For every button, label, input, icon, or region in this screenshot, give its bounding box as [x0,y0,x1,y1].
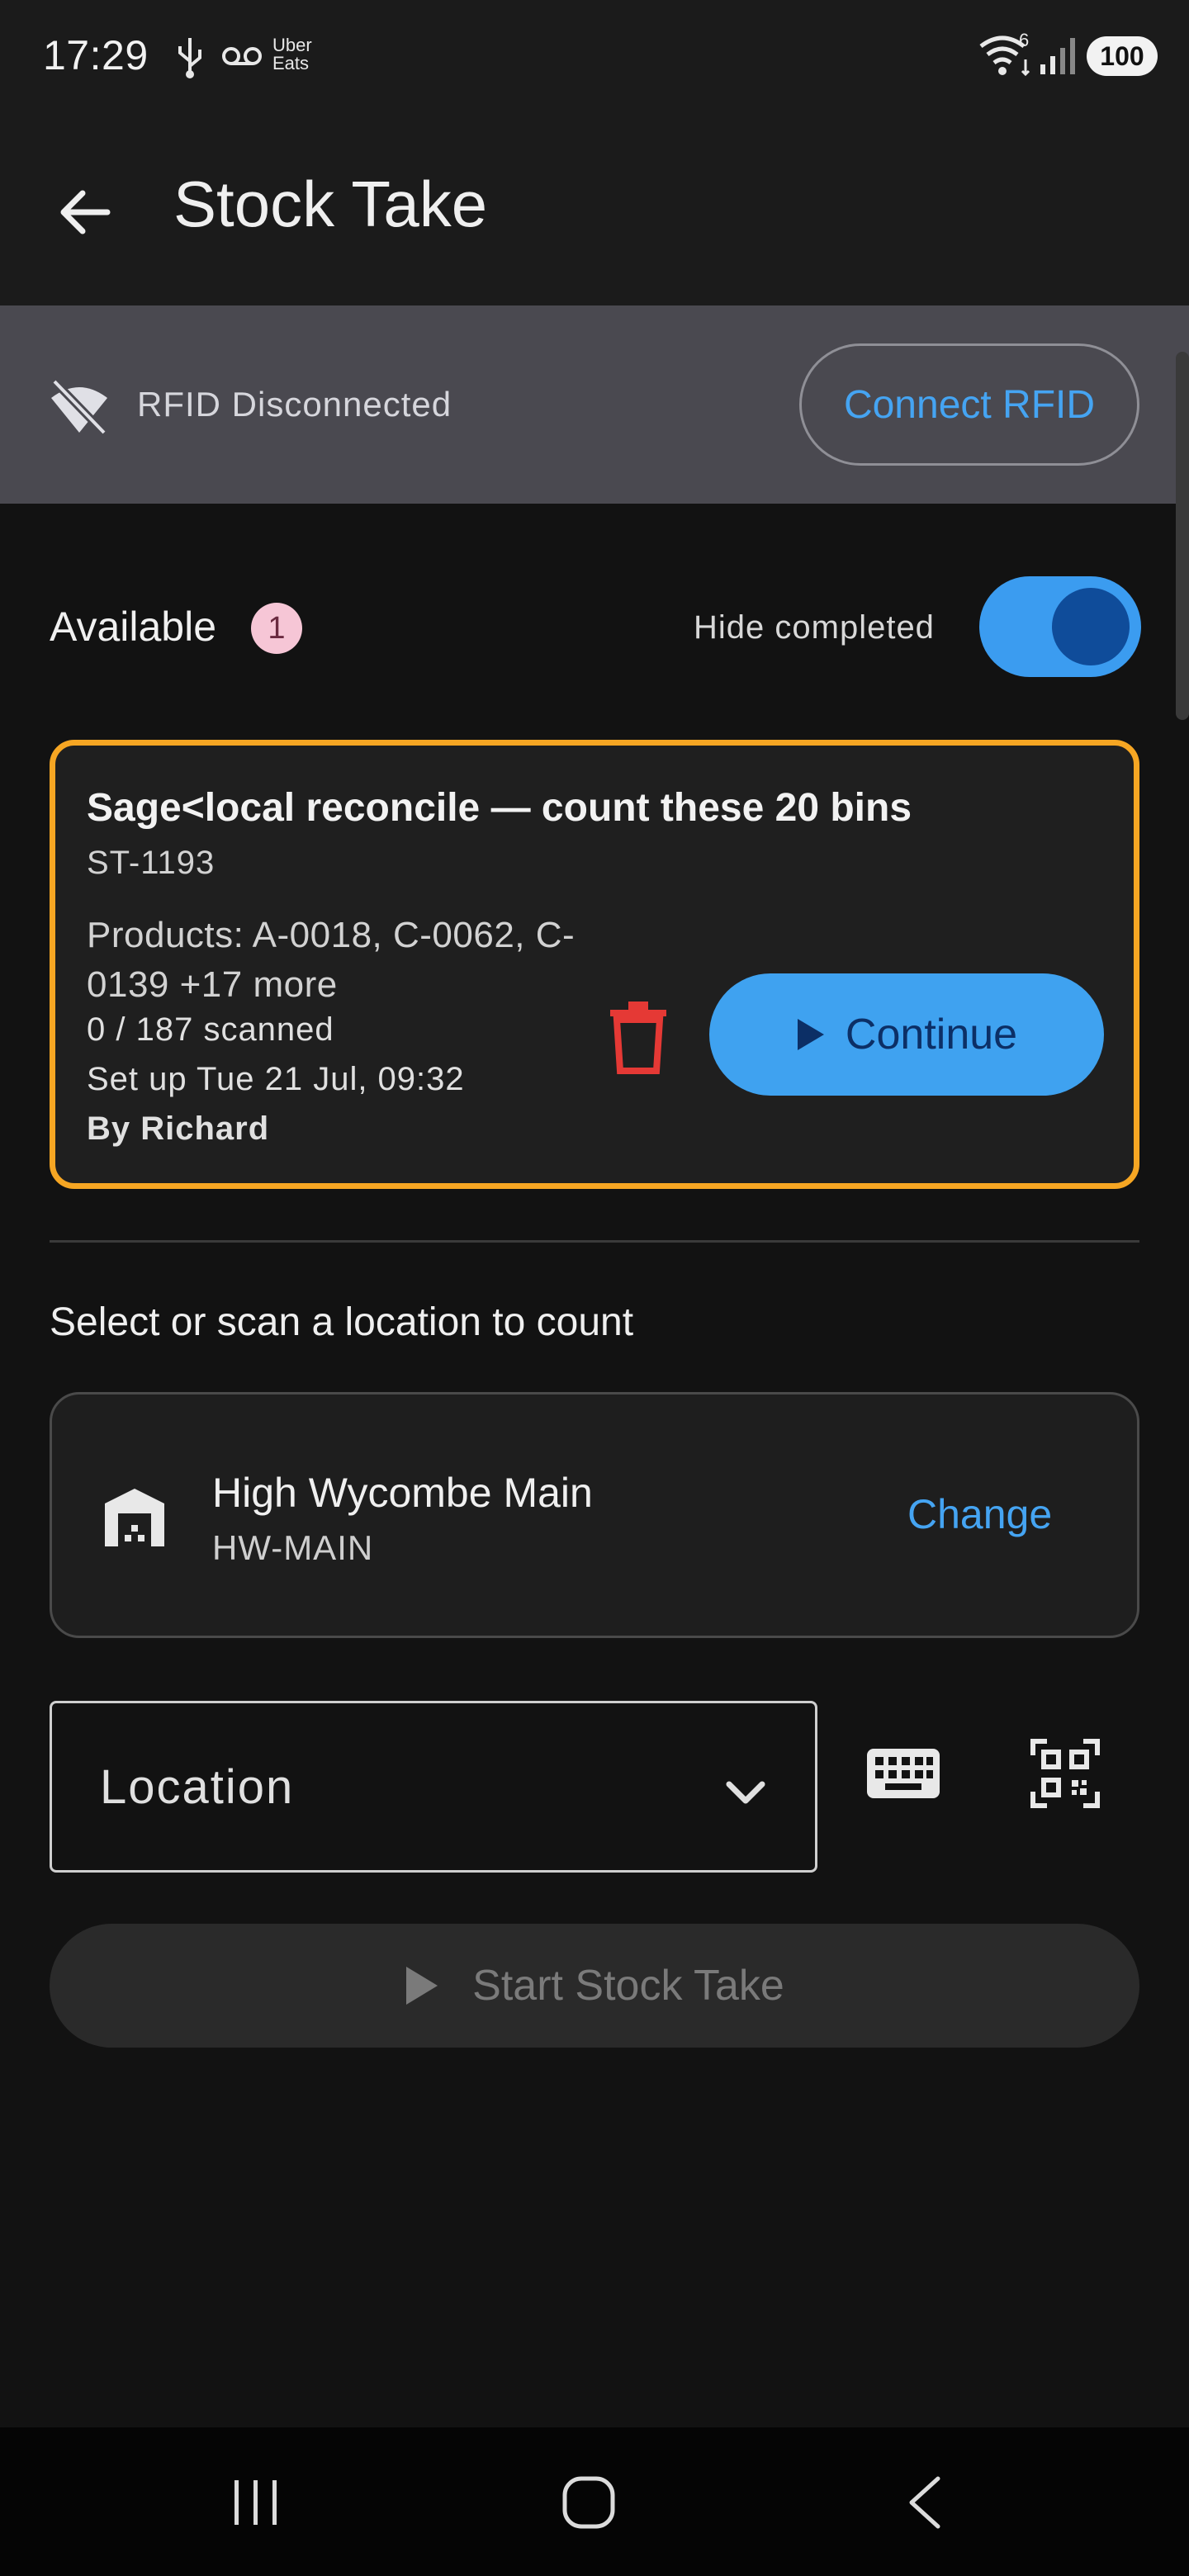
qr-scan-icon[interactable] [1030,1739,1100,1808]
scrollbar[interactable] [1176,352,1189,720]
toggle-knob [1052,588,1130,665]
stock-take-session-card[interactable]: Sage<local reconcile — count these 20 bi… [50,740,1139,1189]
location-dropdown[interactable]: Location [50,1701,817,1873]
status-time: 17:29 [43,32,149,78]
connect-rfid-button[interactable]: Connect RFID [799,343,1139,466]
signal-icon [1040,38,1075,74]
hide-completed-label: Hide completed [694,609,935,646]
rfid-banner: RFID Disconnected Connect RFID [0,305,1189,504]
session-products: Products: A-0018, C-0062, C-0139 +17 mor… [87,915,576,1005]
usb-icon [178,38,201,78]
location-dropdown-label: Location [100,1760,295,1814]
play-icon [797,1019,824,1050]
uber-eats-icon: Uber Eats [272,35,312,73]
status-bar: 17:29 Uber Eats 6 100 [0,0,1189,112]
change-site-button[interactable]: Change [907,1490,1052,1538]
session-title: Sage<local reconcile — count these 20 bi… [87,786,912,830]
play-icon [406,1967,438,2005]
start-stock-take-button[interactable]: Start Stock Take [50,1924,1139,2048]
session-scanned-count: 0 / 187 scanned [87,1011,334,1048]
site-card: High Wycombe Main HW-MAIN Change [50,1392,1139,1638]
hide-completed-toggle[interactable] [979,576,1141,677]
continue-button[interactable]: Continue [709,973,1104,1096]
session-code: ST-1193 [87,845,216,881]
start-stock-take-label: Start Stock Take [472,1962,784,2010]
app-bar: Stock Take [0,112,1189,305]
wifi-off-icon [51,378,107,436]
battery-indicator: 100 [1087,36,1158,76]
voicemail-icon [222,47,262,65]
available-count-badge: 1 [251,603,302,654]
rfid-status-text: RFID Disconnected [137,385,452,424]
recent-apps-icon[interactable] [231,2477,281,2528]
session-setup-time: Set up Tue 21 Jul, 09:32 [87,1061,465,1097]
location-prompt: Select or scan a location to count [50,1300,634,1344]
keyboard-icon[interactable] [864,1740,943,1807]
wifi-badge: 6 [1019,30,1030,50]
site-code: HW-MAIN [212,1528,374,1567]
divider [50,1240,1139,1243]
back-nav-icon[interactable] [905,2475,943,2530]
session-created-by: By Richard [87,1110,270,1147]
site-name: High Wycombe Main [212,1470,593,1516]
warehouse-icon [105,1489,164,1546]
chevron-down-icon [726,1781,765,1804]
continue-label: Continue [845,1011,1018,1058]
home-icon[interactable] [561,2475,616,2530]
arrow-back-icon[interactable] [50,175,124,249]
page-title: Stock Take [173,168,488,240]
system-nav-bar [0,2427,1189,2576]
delete-icon[interactable] [605,1000,671,1074]
available-label: Available [50,604,217,650]
